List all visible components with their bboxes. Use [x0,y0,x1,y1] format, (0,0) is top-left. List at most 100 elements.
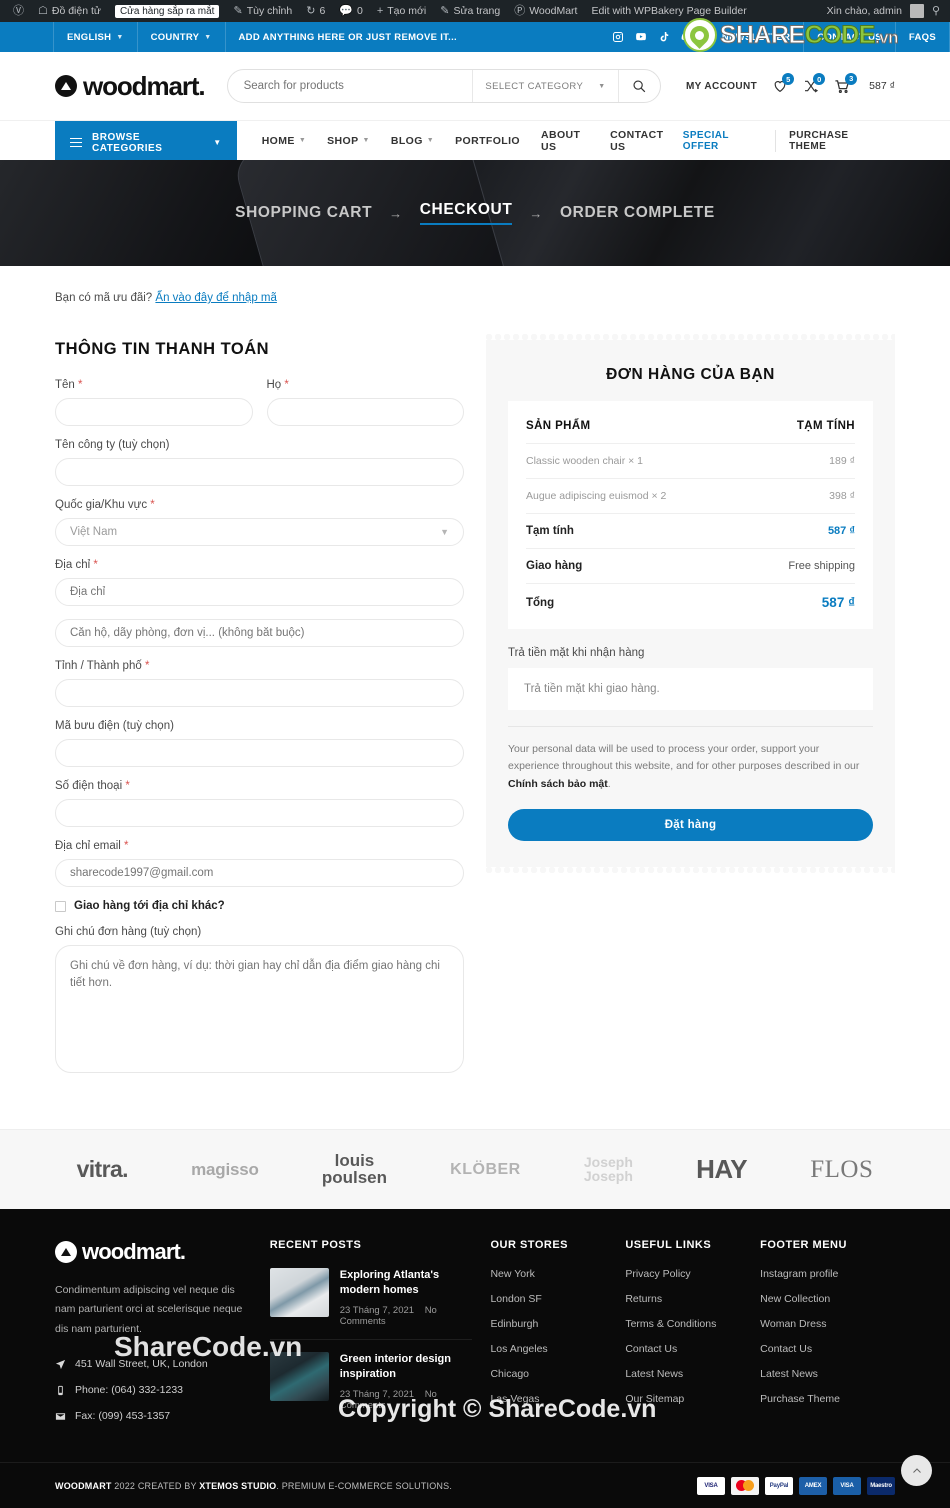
store-link-edinburgh[interactable]: Edinburgh [490,1318,625,1330]
step-shopping-cart[interactable]: SHOPPING CART [235,204,372,222]
last-name-input[interactable] [266,398,464,426]
brand-vitra[interactable]: vitra. [77,1156,129,1183]
store-link-las-vegas[interactable]: Las Vegas [490,1393,625,1405]
brand-joseph-joseph[interactable]: Joseph Joseph [584,1155,633,1183]
copyright-author[interactable]: XTEMOS STUDIO [199,1481,276,1491]
purchase-theme-link[interactable]: PURCHASE THEME [776,130,895,152]
wp-woodmart-item[interactable]: Ⓟ WoodMart [507,5,584,17]
brand-flos[interactable]: FLOS [810,1156,873,1184]
discord-icon[interactable] [681,31,693,43]
list-item[interactable]: Green interior design inspiration 23 Thá… [269,1351,473,1423]
company-label: Tên công ty (tuỳ chọn) [55,439,170,451]
wp-wpbakery-item[interactable]: Edit with WPBakery Page Builder [584,5,753,17]
ship-different-checkbox[interactable] [55,900,66,912]
country-select[interactable]: Việt Nam ▼ [55,518,464,546]
wp-coming-soon-item[interactable]: Cửa hàng sắp ra mắt [108,4,227,18]
wp-logo-item[interactable]: Ⓥ [6,5,31,17]
place-order-button[interactable]: Đặt hàng [508,808,873,841]
postcode-input[interactable] [55,739,464,767]
payment-method-label[interactable]: Trả tiền mặt khi nhận hàng [508,647,873,659]
store-link-los-angeles[interactable]: Los Angeles [490,1343,625,1355]
faqs-link[interactable]: FAQS [896,22,950,52]
link-returns[interactable]: Returns [625,1293,760,1305]
search-icon[interactable]: ⚲ [932,5,940,17]
order-notes-textarea[interactable] [55,945,464,1073]
wp-comments-item[interactable]: 💬 0 [332,5,370,17]
address-line2-input[interactable] [55,619,464,647]
brand-magisso[interactable]: magisso [191,1160,259,1180]
nav-item-shop[interactable]: SHOP ▼ [327,135,370,147]
browse-categories-button[interactable]: BROWSE CATEGORIES ▼ [55,121,237,164]
email-input[interactable] [55,859,464,887]
my-account-link[interactable]: MY ACCOUNT [686,81,757,92]
nav-item-portfolio[interactable]: PORTFOLIO [455,135,520,147]
scroll-to-top-button[interactable] [901,1455,932,1487]
promo-text: ADD ANYTHING HERE OR JUST REMOVE IT... [226,22,470,52]
newsletter-link[interactable]: NEWSLETTER [709,22,805,52]
cart-button[interactable]: 3 [834,72,858,95]
phone-input[interactable] [55,799,464,827]
store-link-london-sf[interactable]: London SF [490,1293,625,1305]
wp-edit-page-item[interactable]: ✎ Sửa trang [433,5,507,17]
wp-new-item[interactable]: + Tạo mới [370,5,433,17]
privacy-policy-link[interactable]: Chính sách bảo mật [508,778,608,790]
brand-hay[interactable]: HAY [696,1154,748,1185]
tiktok-icon[interactable] [658,31,670,43]
country-switcher[interactable]: COUNTRY ▼ [138,22,226,52]
site-logo[interactable]: woodmart. [55,71,206,102]
wp-site-item[interactable]: ☖ Đồ điện tử [31,5,108,17]
address-line1-input[interactable] [55,578,464,606]
column-subtotal: TẠM TÍNH [796,420,855,432]
link-contact-us[interactable]: Contact Us [625,1343,760,1355]
menu-link-woman-dress[interactable]: Woman Dress [760,1318,895,1330]
wp-greeting[interactable]: Xin chào, admin [827,5,902,17]
avatar[interactable] [909,4,924,18]
menu-link-contact-us[interactable]: Contact Us [760,1343,895,1355]
brand-klober[interactable]: KLÖBER [450,1161,521,1179]
youtube-icon[interactable] [635,31,647,43]
search-category-select[interactable]: SELECT CATEGORY ▼ [472,70,617,102]
link-latest-news[interactable]: Latest News [625,1368,760,1380]
nav-item-contact-us[interactable]: CONTACT US [610,129,670,153]
coupon-toggle-link[interactable]: Ẩn vào đây để nhập mã [155,292,276,304]
step-order-complete[interactable]: ORDER COMPLETE [560,204,715,222]
store-link-chicago[interactable]: Chicago [490,1368,625,1380]
nav-item-about-us[interactable]: ABOUT US [541,129,589,153]
wp-updates-item[interactable]: ↻ 6 [299,5,332,17]
menu-link-instagram-profile[interactable]: Instagram profile [760,1268,895,1280]
footer-phone-text: Phone: (064) 332-1233 [75,1384,183,1397]
special-offer-link[interactable]: SPECIAL OFFER [670,129,777,152]
wishlist-button[interactable]: 5 [772,73,795,94]
contact-us-link[interactable]: CONTACT US [804,22,896,52]
nav-item-blog[interactable]: BLOG ▼ [391,135,434,147]
store-link-new-york[interactable]: New York [490,1268,625,1280]
total-value: 587 ₫ [821,595,855,610]
search-submit-button[interactable] [617,70,660,102]
instagram-icon[interactable] [612,31,624,43]
post-title[interactable]: Exploring Atlanta's modern homes [340,1268,473,1299]
city-input[interactable] [55,679,464,707]
step-checkout[interactable]: CHECKOUT [419,201,513,225]
chevron-down-icon: ▼ [598,82,606,90]
link-privacy-policy[interactable]: Privacy Policy [625,1268,760,1280]
language-switcher[interactable]: ENGLISH ▼ [53,22,138,52]
first-name-input[interactable] [55,398,253,426]
footer-logo[interactable]: woodmart. [55,1239,258,1265]
nav-item-home[interactable]: HOME ▼ [262,135,306,147]
brand-louis-poulsen[interactable]: louis poulsen [322,1152,387,1185]
menu-link-purchase-theme[interactable]: Purchase Theme [760,1393,895,1405]
ship-to-different-address-row[interactable]: Giao hàng tới địa chỉ khác? [55,900,464,912]
nav-label: PORTFOLIO [455,134,520,147]
link-terms-conditions[interactable]: Terms & Conditions [625,1318,760,1330]
menu-link-new-collection[interactable]: New Collection [760,1293,895,1305]
compare-button[interactable]: 0 [803,73,826,94]
company-input[interactable] [55,458,464,486]
menu-link-latest-news[interactable]: Latest News [760,1368,895,1380]
link-our-sitemap[interactable]: Our Sitemap [625,1393,760,1405]
wp-customize-item[interactable]: ✎ Tùy chỉnh [226,5,299,17]
search-input[interactable] [227,80,473,92]
list-item[interactable]: Exploring Atlanta's modern homes 23 Thán… [269,1268,473,1340]
order-review-column: ĐƠN HÀNG CỦA BẠN SẢN PHẨM TẠM TÍNH Class… [486,334,895,867]
label-text: Tỉnh / Thành phố [55,660,142,672]
post-title[interactable]: Green interior design inspiration [340,1352,473,1383]
